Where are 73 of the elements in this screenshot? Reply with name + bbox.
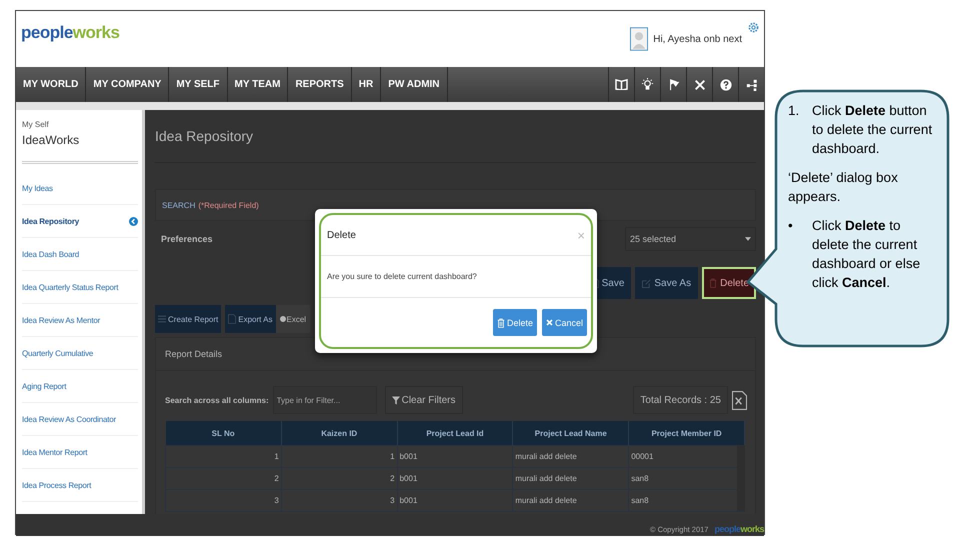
arrow-circle-icon: [129, 216, 138, 226]
scrollbar[interactable]: [737, 445, 745, 511]
settings-icon[interactable]: [747, 21, 760, 34]
table-cell: murali add delete: [512, 490, 629, 512]
sidebar-item[interactable]: Idea Repository: [22, 205, 138, 238]
column-header[interactable]: Kaizen ID: [281, 421, 398, 446]
table-cell: 2: [166, 468, 282, 490]
preferences-dropdown[interactable]: 25 selected: [625, 227, 756, 251]
trash-icon: [496, 318, 505, 328]
instruction-text: Click Delete button to delete the current dashboard.: [812, 102, 934, 158]
sidebar-item[interactable]: Idea Dash Board: [22, 238, 138, 271]
sidebar-item[interactable]: Idea Process Report: [22, 469, 138, 502]
clear-filters-button[interactable]: Clear Filters: [384, 386, 463, 414]
caret-icon: [745, 237, 751, 241]
required-field-note: (*Required Field): [198, 200, 259, 210]
table-cell: 3: [281, 490, 398, 512]
table-cell: b001: [397, 490, 513, 512]
sidebar-item[interactable]: Idea Review As Coordinator: [22, 403, 138, 436]
sidebar-item[interactable]: Aging Report: [22, 370, 138, 403]
bullet: •: [788, 217, 794, 235]
step-number: 1.: [788, 102, 800, 120]
sidebar-item[interactable]: Idea Review As Mentor: [22, 304, 138, 337]
save-as-button[interactable]: Save As: [635, 267, 698, 299]
table-cell: 1: [281, 446, 398, 468]
table-cell: murali add delete: [512, 446, 629, 468]
filter-input[interactable]: Type in for Filter...: [272, 386, 377, 414]
sidebar-item[interactable]: Idea Quarterly Status Report: [22, 271, 138, 304]
table-cell: b001: [397, 468, 513, 490]
instruction-text: Click Delete to delete the current dashboard or else click Cancel.: [812, 217, 922, 292]
column-header[interactable]: Project Lead Name: [512, 421, 629, 446]
page-title: Idea Repository: [155, 128, 254, 144]
total-records: Total Records : 25: [633, 386, 728, 414]
column-header[interactable]: Project Lead Id: [397, 421, 513, 446]
export-button[interactable]: Export As: [225, 305, 276, 333]
sidebar-item[interactable]: My Ideas: [22, 172, 138, 205]
dialog-title: Delete: [327, 230, 356, 240]
column-header[interactable]: SL No: [166, 421, 282, 446]
filter-label: Search across all columns:: [165, 396, 269, 404]
peopleworks-logo: peopleworks: [714, 524, 764, 534]
user-greeting: Hi, Ayesha onb next: [653, 34, 742, 44]
lightbulb-icon[interactable]: [641, 78, 654, 91]
create-report-button[interactable]: Create Report: [155, 305, 222, 333]
search-label: SEARCH: [162, 200, 196, 210]
pencil-icon: [642, 278, 652, 288]
delete-button[interactable]: Delete: [492, 309, 537, 336]
help-icon[interactable]: [720, 78, 732, 90]
trash-icon: [709, 278, 718, 288]
panel-title: Report Details: [165, 349, 222, 359]
table-cell: murali add delete: [512, 468, 629, 490]
dialog-message: Are you sure to delete current dashboard?: [327, 272, 477, 281]
table-cell: b001: [397, 446, 513, 468]
book-icon[interactable]: [615, 79, 628, 90]
avatar-icon: [630, 27, 648, 51]
filter-icon: [392, 396, 400, 404]
excel-file-icon[interactable]: [732, 390, 747, 410]
instruction-text: ‘Delete’ dialog box appears.: [788, 169, 899, 206]
list-icon: [158, 315, 166, 323]
cancel-button[interactable]: Cancel: [542, 309, 587, 336]
close-icon: [546, 319, 553, 326]
preferences-label: Preferences: [160, 234, 213, 244]
column-header[interactable]: Project Member ID: [628, 421, 744, 446]
sidebar-item[interactable]: Idea Mentor Report: [22, 436, 138, 469]
peopleworks-logo: peopleworks: [21, 23, 120, 43]
table-cell: 2: [281, 468, 398, 490]
sidebar-title: IdeaWorks: [22, 133, 80, 147]
sidebar-section-label: My Self: [22, 120, 50, 129]
table-cell: 1: [166, 446, 282, 468]
sidebar-item[interactable]: Quarterly Cumulative: [22, 337, 138, 370]
flags-icon[interactable]: [668, 78, 680, 90]
share-icon[interactable]: [746, 78, 758, 90]
delete-button[interactable]: Delete: [702, 267, 756, 299]
file-icon: [228, 314, 236, 324]
table-cell: 3: [166, 490, 282, 512]
